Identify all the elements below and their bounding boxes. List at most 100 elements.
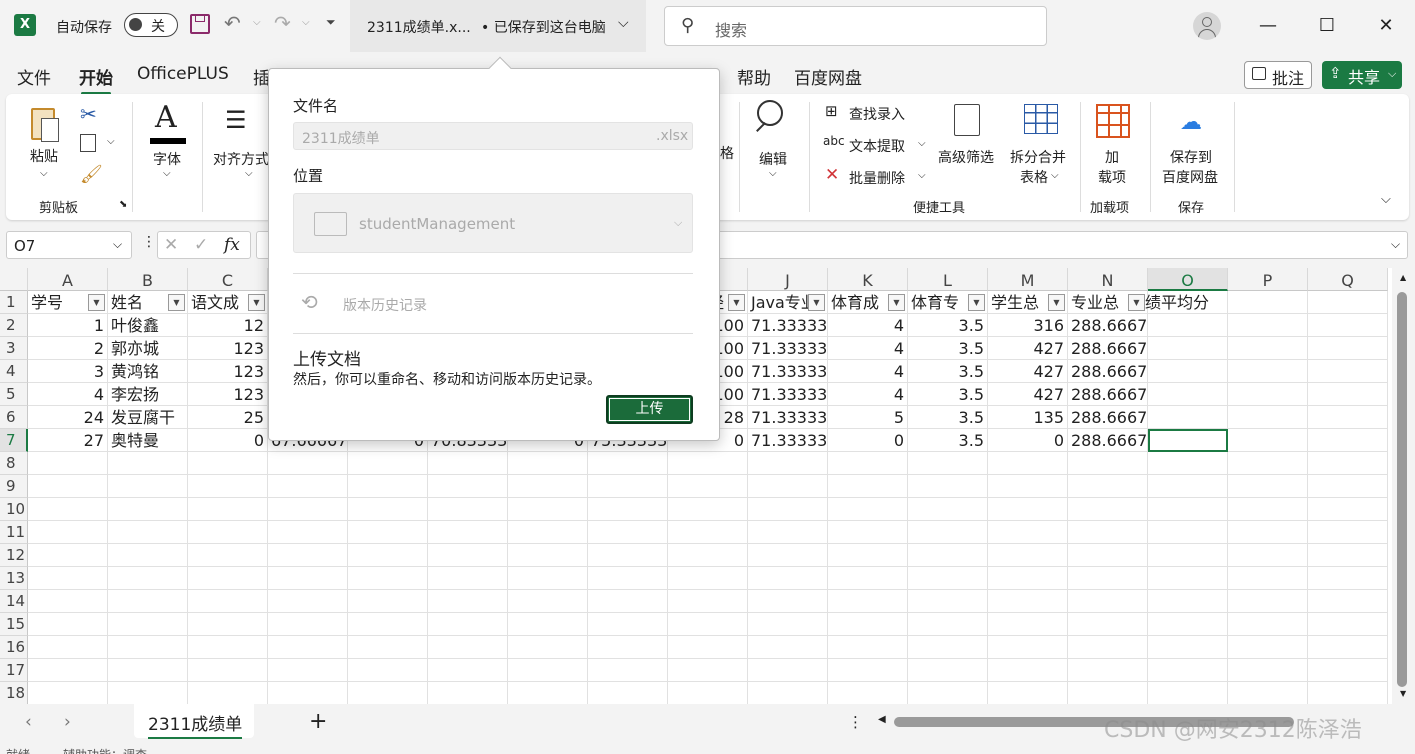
status-accessibility[interactable]: 辅助功能：调查 bbox=[63, 746, 147, 754]
filter-dropdown-icon[interactable]: ▼ bbox=[1128, 294, 1145, 311]
row-header-5[interactable]: 5 bbox=[0, 383, 28, 406]
row-header-12[interactable]: 12 bbox=[0, 544, 28, 567]
cell-o18[interactable] bbox=[1148, 682, 1228, 704]
cell-h18[interactable] bbox=[588, 682, 668, 704]
cell-a10[interactable] bbox=[28, 498, 108, 521]
cell-d16[interactable] bbox=[268, 636, 348, 659]
filter-dropdown-icon[interactable]: ▼ bbox=[728, 294, 745, 311]
cell-j17[interactable] bbox=[748, 659, 828, 682]
cell-n4[interactable]: 288.6667 bbox=[1068, 360, 1148, 383]
row-header-6[interactable]: 6 bbox=[0, 406, 28, 429]
cell-a6[interactable]: 24 bbox=[28, 406, 108, 429]
cell-p18[interactable] bbox=[1228, 682, 1308, 704]
cell-p1[interactable] bbox=[1228, 291, 1308, 314]
cell-b6[interactable]: 发豆腐干 bbox=[108, 406, 188, 429]
cell-c18[interactable] bbox=[188, 682, 268, 704]
minimize-icon[interactable]: — bbox=[1248, 10, 1288, 42]
cell-a3[interactable]: 2 bbox=[28, 337, 108, 360]
cell-c10[interactable] bbox=[188, 498, 268, 521]
cell-c4[interactable]: 123 bbox=[188, 360, 268, 383]
cell-n6[interactable]: 288.6667 bbox=[1068, 406, 1148, 429]
cell-f10[interactable] bbox=[428, 498, 508, 521]
cell-g15[interactable] bbox=[508, 613, 588, 636]
undo-dropdown-icon[interactable]: ⌵ bbox=[253, 17, 261, 28]
row-header-11[interactable]: 11 bbox=[0, 521, 28, 544]
filter-dropdown-icon[interactable]: ▼ bbox=[88, 294, 105, 311]
cell-b16[interactable] bbox=[108, 636, 188, 659]
cell-b7[interactable]: 奥特曼 bbox=[108, 429, 188, 452]
name-box[interactable]: O7 ⌵ bbox=[6, 231, 132, 259]
cell-m5[interactable]: 427 bbox=[988, 383, 1068, 406]
cell-o10[interactable] bbox=[1148, 498, 1228, 521]
cell-c11[interactable] bbox=[188, 521, 268, 544]
cell-f15[interactable] bbox=[428, 613, 508, 636]
cell-l16[interactable] bbox=[908, 636, 988, 659]
row-header-8[interactable]: 8 bbox=[0, 452, 28, 475]
cell-k16[interactable] bbox=[828, 636, 908, 659]
cell-o8[interactable] bbox=[1148, 452, 1228, 475]
cell-l17[interactable] bbox=[908, 659, 988, 682]
cell-p5[interactable] bbox=[1228, 383, 1308, 406]
cell-j6[interactable]: 71.33333 bbox=[748, 406, 828, 429]
batch-delete-button[interactable]: ✕ 批量删除 ⌵ bbox=[823, 165, 933, 188]
cell-h13[interactable] bbox=[588, 567, 668, 590]
cell-p2[interactable] bbox=[1228, 314, 1308, 337]
filename-field[interactable]: 2311成绩单 .xlsx bbox=[293, 122, 693, 150]
cell-c7[interactable]: 0 bbox=[188, 429, 268, 452]
cell-k12[interactable] bbox=[828, 544, 908, 567]
cell-k18[interactable] bbox=[828, 682, 908, 704]
column-header-c[interactable]: C bbox=[188, 268, 268, 291]
cell-e14[interactable] bbox=[348, 590, 428, 613]
cell-p10[interactable] bbox=[1228, 498, 1308, 521]
cell-q15[interactable] bbox=[1308, 613, 1388, 636]
cell-i13[interactable] bbox=[668, 567, 748, 590]
cell-o1[interactable]: 绩平均分 bbox=[1145, 291, 1228, 314]
cell-a11[interactable] bbox=[28, 521, 108, 544]
cell-p17[interactable] bbox=[1228, 659, 1308, 682]
cell-f16[interactable] bbox=[428, 636, 508, 659]
cell-a5[interactable]: 4 bbox=[28, 383, 108, 406]
cell-l6[interactable]: 3.5 bbox=[908, 406, 988, 429]
cell-p3[interactable] bbox=[1228, 337, 1308, 360]
cell-q10[interactable] bbox=[1308, 498, 1388, 521]
cell-q13[interactable] bbox=[1308, 567, 1388, 590]
cell-n13[interactable] bbox=[1068, 567, 1148, 590]
row-header-18[interactable]: 18 bbox=[0, 682, 28, 704]
undo-icon[interactable]: ↶ bbox=[224, 11, 241, 35]
cell-d8[interactable] bbox=[268, 452, 348, 475]
cell-e13[interactable] bbox=[348, 567, 428, 590]
cell-o15[interactable] bbox=[1148, 613, 1228, 636]
find-entry-button[interactable]: ⊞ 查找录入 bbox=[823, 102, 933, 124]
cell-c5[interactable]: 123 bbox=[188, 383, 268, 406]
cell-h17[interactable] bbox=[588, 659, 668, 682]
cell-p6[interactable] bbox=[1228, 406, 1308, 429]
cell-n10[interactable] bbox=[1068, 498, 1148, 521]
cell-f9[interactable] bbox=[428, 475, 508, 498]
cell-l10[interactable] bbox=[908, 498, 988, 521]
chevron-down-icon[interactable]: ⌵ bbox=[1391, 237, 1400, 252]
fx-icon[interactable]: fx bbox=[224, 235, 240, 255]
filter-dropdown-icon[interactable]: ▼ bbox=[888, 294, 905, 311]
cell-m4[interactable]: 427 bbox=[988, 360, 1068, 383]
cell-h10[interactable] bbox=[588, 498, 668, 521]
cell-q7[interactable] bbox=[1308, 429, 1388, 452]
cell-b10[interactable] bbox=[108, 498, 188, 521]
cell-m2[interactable]: 316 bbox=[988, 314, 1068, 337]
cell-q18[interactable] bbox=[1308, 682, 1388, 704]
cell-f18[interactable] bbox=[428, 682, 508, 704]
cell-a18[interactable] bbox=[28, 682, 108, 704]
add-sheet-button[interactable]: + bbox=[309, 709, 327, 734]
cell-o3[interactable] bbox=[1148, 337, 1228, 360]
column-header-a[interactable]: A bbox=[28, 268, 108, 291]
cell-d15[interactable] bbox=[268, 613, 348, 636]
cell-l14[interactable] bbox=[908, 590, 988, 613]
cell-k1[interactable]: 体育成 ▼ bbox=[828, 291, 908, 314]
cell-h12[interactable] bbox=[588, 544, 668, 567]
cell-i11[interactable] bbox=[668, 521, 748, 544]
maximize-icon[interactable]: ☐ bbox=[1307, 10, 1347, 42]
cell-k9[interactable] bbox=[828, 475, 908, 498]
copy-icon[interactable] bbox=[80, 134, 96, 152]
cell-k17[interactable] bbox=[828, 659, 908, 682]
cell-j18[interactable] bbox=[748, 682, 828, 704]
cell-m10[interactable] bbox=[988, 498, 1068, 521]
